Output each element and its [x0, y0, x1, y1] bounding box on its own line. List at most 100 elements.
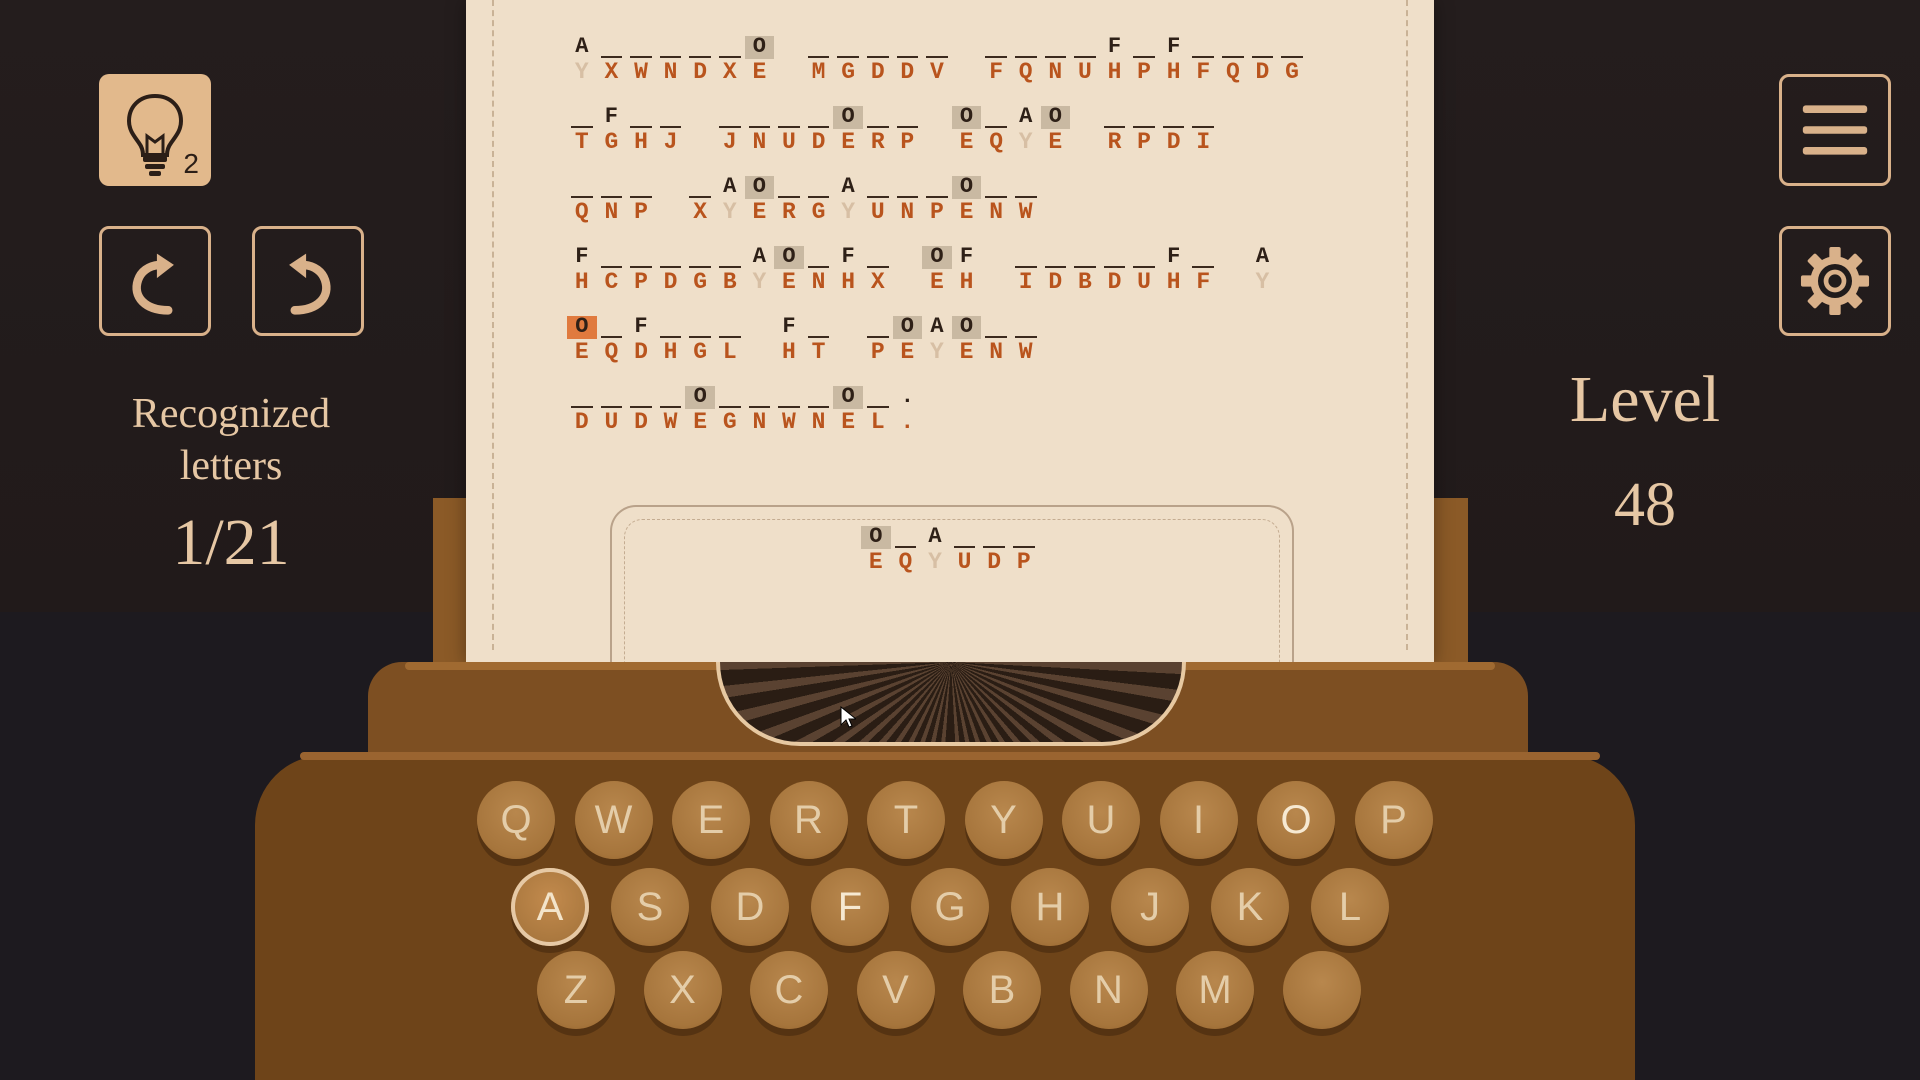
key-i[interactable]: I [1159, 781, 1238, 859]
cipher-cell[interactable]: AY [833, 176, 863, 224]
hint-button[interactable]: 2 [99, 74, 211, 186]
key-n[interactable]: N [1069, 951, 1148, 1029]
cipher-cell[interactable]: OE [833, 106, 863, 154]
cipher-cell[interactable]: W [626, 36, 656, 84]
cipher-cell[interactable]: D [656, 246, 686, 294]
cipher-cell[interactable]: FH [567, 246, 597, 294]
cipher-cell[interactable]: Q [1218, 36, 1248, 84]
cipher-cell[interactable]: OE [922, 246, 952, 294]
cipher-cell[interactable]: H [626, 106, 656, 154]
cipher-cell[interactable]: C [597, 246, 627, 294]
cipher-cell[interactable]: N [656, 36, 686, 84]
cipher-cell[interactable]: T [567, 106, 597, 154]
cipher-cell[interactable]: Q [567, 176, 597, 224]
cipher-cell[interactable]: OE [951, 106, 982, 154]
cipher-cell[interactable]: N [981, 316, 1011, 364]
cipher-cell[interactable]: F [1188, 36, 1218, 84]
cipher-cell[interactable]: Q [1011, 36, 1041, 84]
cipher-cell[interactable]: FH [1159, 246, 1189, 294]
cipher-cell[interactable]: AY [715, 176, 745, 224]
undo-button[interactable] [99, 226, 211, 336]
cipher-cell[interactable]: D [1100, 246, 1130, 294]
cipher-cell[interactable]: U [950, 526, 980, 574]
cipher-cell[interactable]: D [979, 526, 1009, 574]
cipher-cell[interactable]: P [626, 246, 656, 294]
cipher-cell[interactable]: N [804, 386, 834, 434]
cipher-cell[interactable]: I [1188, 106, 1218, 154]
cipher-cell[interactable]: OE [833, 386, 863, 434]
key-h[interactable]: H [1011, 868, 1089, 946]
cipher-cell[interactable]: U [597, 386, 627, 434]
cipher-cell[interactable]: AY [920, 526, 950, 574]
cipher-cell[interactable]: P [863, 316, 893, 364]
cipher-cell[interactable]: U [774, 106, 804, 154]
cipher-cell[interactable]: P [1009, 526, 1039, 574]
cipher-cell[interactable]: G [685, 316, 715, 364]
cipher-cell[interactable]: Q [891, 526, 921, 574]
cipher-cell[interactable]: OE [951, 176, 982, 224]
cipher-cell[interactable]: T [804, 316, 834, 364]
cipher-cell[interactable]: H [656, 316, 686, 364]
cipher-cell[interactable]: L [863, 386, 893, 434]
key-e[interactable]: E [672, 781, 750, 859]
settings-button[interactable] [1779, 226, 1891, 336]
cipher-cell[interactable]: U [1129, 246, 1159, 294]
cipher-cell[interactable]: D [1159, 106, 1189, 154]
key-s[interactable]: S [611, 868, 689, 946]
cipher-cell[interactable]: D [863, 36, 893, 84]
cipher-cell[interactable]: D [685, 36, 715, 84]
cipher-cell[interactable]: FD [626, 316, 656, 364]
cipher-cell[interactable]: B [715, 246, 745, 294]
cipher-cell[interactable]: F [981, 36, 1011, 84]
cipher-cell[interactable]: W [1011, 176, 1041, 224]
key-v[interactable]: V [856, 951, 935, 1029]
cipher-cell[interactable]: G [804, 176, 834, 224]
key-j[interactable]: J [1111, 868, 1189, 946]
key-b[interactable]: B [963, 951, 1041, 1029]
key-d[interactable]: D [711, 868, 789, 946]
cipher-cell[interactable]: D [567, 386, 597, 434]
cipher-cell[interactable]: P [1129, 106, 1159, 154]
key-c[interactable]: C [750, 951, 828, 1029]
cipher-cell[interactable]: OE [567, 316, 597, 364]
cipher-cell[interactable]: FH [952, 246, 982, 294]
cipher-cell[interactable]: G [685, 246, 715, 294]
cipher-cell[interactable]: OE [744, 36, 775, 84]
key-k[interactable]: K [1211, 868, 1289, 946]
cipher-cell[interactable]: M [804, 36, 834, 84]
cipher-cell[interactable]: X [597, 36, 627, 84]
cipher-cell[interactable]: Q [981, 106, 1011, 154]
cipher-cell[interactable]: X [863, 246, 893, 294]
key-p[interactable]: P [1354, 781, 1433, 859]
key-g[interactable]: G [911, 868, 989, 946]
cipher-cell[interactable]: OE [1040, 106, 1071, 154]
cipher-cell[interactable]: X [715, 36, 745, 84]
key-x[interactable]: X [643, 951, 722, 1029]
cipher-cell[interactable]: U [863, 176, 893, 224]
cipher-cell[interactable]: X [685, 176, 715, 224]
key-y[interactable]: Y [964, 781, 1043, 859]
cipher-cell[interactable]: N [745, 386, 775, 434]
key-o[interactable]: O [1257, 781, 1335, 859]
cipher-cell[interactable]: W [1011, 316, 1041, 364]
cipher-cell[interactable]: W [656, 386, 686, 434]
cipher-cell[interactable]: J [715, 106, 745, 154]
cipher-cell[interactable]: N [1041, 36, 1071, 84]
cipher-cell[interactable]: FH [1159, 36, 1189, 84]
cipher-cell[interactable]: FH [833, 246, 863, 294]
cipher-cell[interactable]: R [1100, 106, 1130, 154]
cipher-cell[interactable]: L [715, 316, 745, 364]
cipher-cell[interactable]: G [1277, 36, 1307, 84]
cipher-cell[interactable]: D [893, 36, 923, 84]
cipher-cell[interactable]: FH [1100, 36, 1130, 84]
cipher-cell[interactable]: AY [922, 316, 952, 364]
cipher-cell[interactable]: D [1041, 246, 1071, 294]
cipher-cell[interactable]: FG [597, 106, 627, 154]
key-u[interactable]: U [1062, 781, 1140, 859]
cipher-cell[interactable]: OE [861, 526, 891, 574]
cipher-cell[interactable]: P [922, 176, 952, 224]
cipher-cell[interactable]: AY [567, 36, 597, 84]
cipher-cell[interactable]: AY [1248, 246, 1278, 294]
cipher-cell[interactable]: B [1070, 246, 1100, 294]
cipher-cell[interactable]: P [1129, 36, 1159, 84]
